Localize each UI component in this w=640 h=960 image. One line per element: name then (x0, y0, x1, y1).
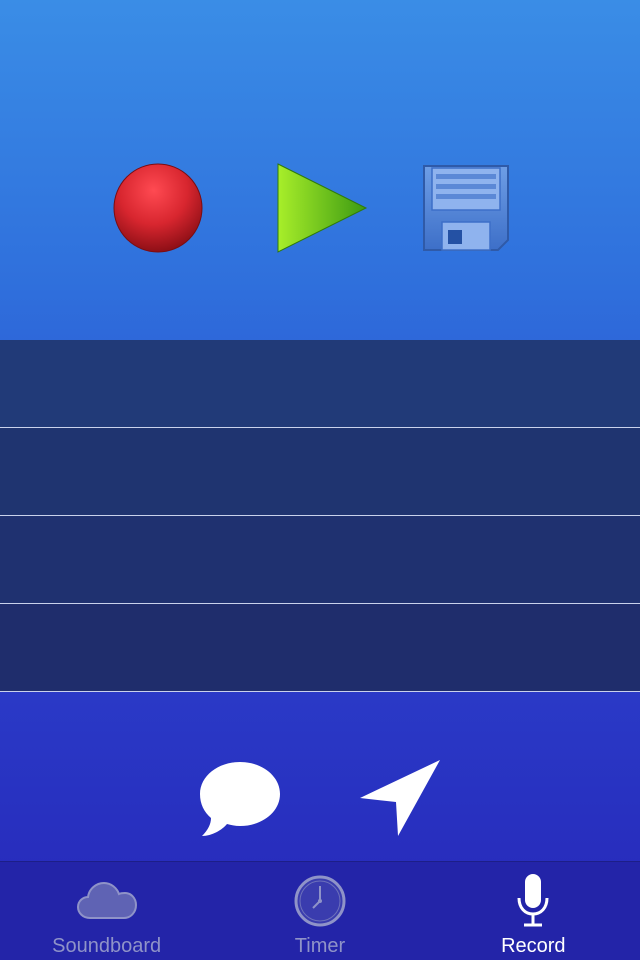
play-icon (277, 163, 368, 253)
cloud-icon (76, 872, 138, 930)
tab-soundboard[interactable]: Soundboard (0, 862, 213, 960)
recordings-list (0, 340, 640, 692)
tab-record[interactable]: Record (427, 862, 640, 960)
recorder-controls (0, 0, 640, 340)
list-item[interactable] (0, 428, 640, 516)
list-item[interactable] (0, 340, 640, 428)
floppy-disk-icon (423, 165, 509, 251)
location-arrow-icon (360, 760, 440, 836)
list-item[interactable] (0, 604, 640, 692)
message-button[interactable] (198, 756, 282, 840)
clock-icon (289, 872, 351, 930)
tab-label: Record (501, 935, 566, 957)
tab-timer[interactable]: Timer (213, 862, 426, 960)
app-screen: Soundboard Timer Record (0, 0, 640, 960)
tab-label: Soundboard (52, 935, 162, 957)
record-button[interactable] (110, 160, 206, 256)
list-item[interactable] (0, 516, 640, 604)
play-button[interactable] (272, 160, 368, 256)
speech-bubble-icon (200, 762, 280, 836)
tab-label: Timer (294, 935, 346, 957)
send-location-button[interactable] (358, 756, 442, 840)
tab-bar: Soundboard Timer Record (0, 861, 640, 960)
record-icon (113, 163, 203, 253)
microphone-icon (502, 872, 564, 930)
save-button[interactable] (418, 160, 514, 256)
